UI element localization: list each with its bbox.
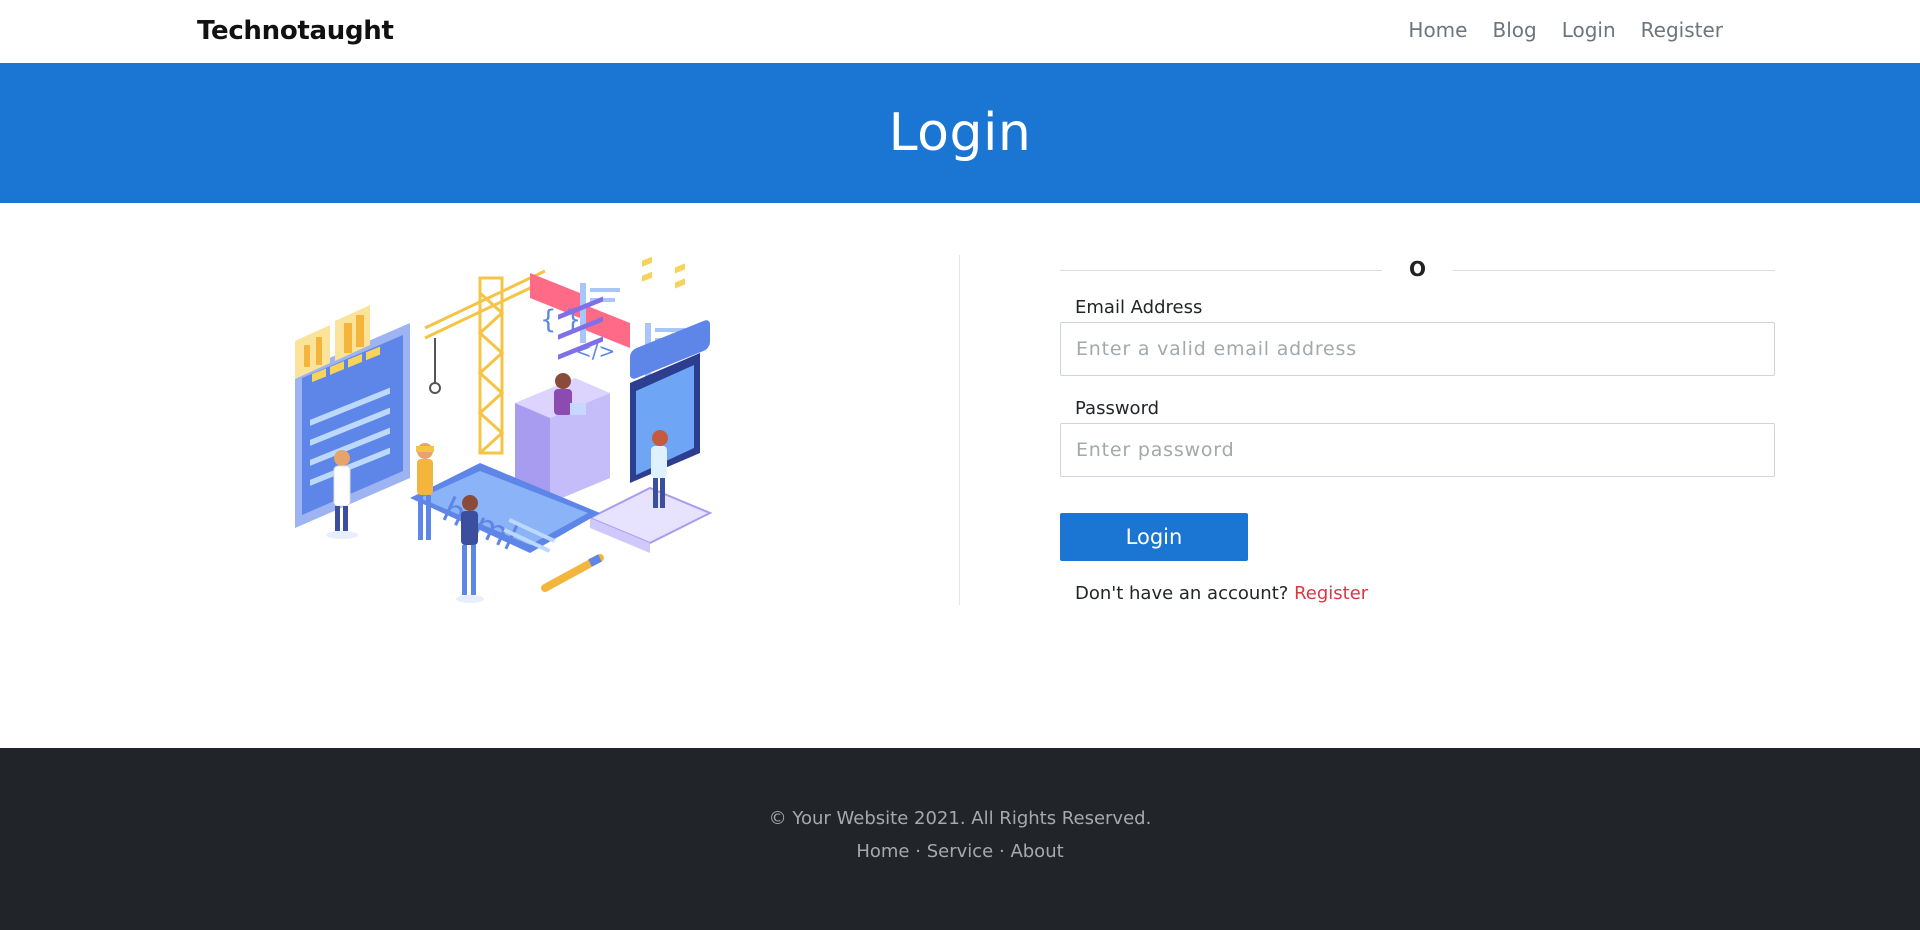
password-field[interactable] xyxy=(1060,423,1775,477)
no-account-text: Don't have an account? xyxy=(1075,583,1289,604)
nav-link-blog[interactable]: Blog xyxy=(1492,18,1536,42)
hero-banner: Login xyxy=(0,63,1920,203)
footer-copyright: © Your Website 2021. All Rights Reserved… xyxy=(768,808,1152,829)
brand-logo[interactable]: Technotaught xyxy=(197,16,394,46)
footer-link-about[interactable]: About xyxy=(1010,841,1063,862)
footer-links: Home · Service · About xyxy=(0,841,1920,862)
nav-link-home[interactable]: Home xyxy=(1408,18,1467,42)
page-title: Login xyxy=(888,103,1032,163)
login-button[interactable]: Login xyxy=(1060,513,1248,561)
footer-separator: · xyxy=(998,841,1005,862)
register-link[interactable]: Register xyxy=(1294,583,1368,604)
nav-links: Home Blog Login Register xyxy=(1383,18,1723,42)
password-label: Password xyxy=(1075,398,1160,419)
footer-link-service[interactable]: Service xyxy=(927,841,994,862)
or-divider: O xyxy=(1060,255,1775,285)
navbar: Technotaught Home Blog Login Register xyxy=(0,0,1920,63)
email-group: Email Address xyxy=(1060,297,1775,376)
nav-link-register[interactable]: Register xyxy=(1641,18,1723,42)
or-divider-line-right xyxy=(1453,270,1775,271)
footer-link-home[interactable]: Home xyxy=(856,841,909,862)
email-label: Email Address xyxy=(1075,297,1203,318)
main-content: { } </> html O Email Address Enter a val… xyxy=(0,203,1920,748)
footer: © Your Website 2021. All Rights Reserved… xyxy=(0,748,1920,930)
isometric-dev-illustration: { } </> html xyxy=(295,256,713,603)
or-divider-text: O xyxy=(1408,257,1427,281)
login-form: O Email Address Password Login Don't hav… xyxy=(1060,255,1775,604)
footer-separator: · xyxy=(915,841,921,862)
or-divider-line-left xyxy=(1060,270,1382,271)
email-field[interactable] xyxy=(1060,322,1775,376)
register-prompt: Don't have an account? Register xyxy=(1075,583,1775,604)
password-group: Password xyxy=(1060,398,1775,477)
vertical-divider xyxy=(959,255,960,605)
nav-link-login[interactable]: Login xyxy=(1562,18,1616,42)
